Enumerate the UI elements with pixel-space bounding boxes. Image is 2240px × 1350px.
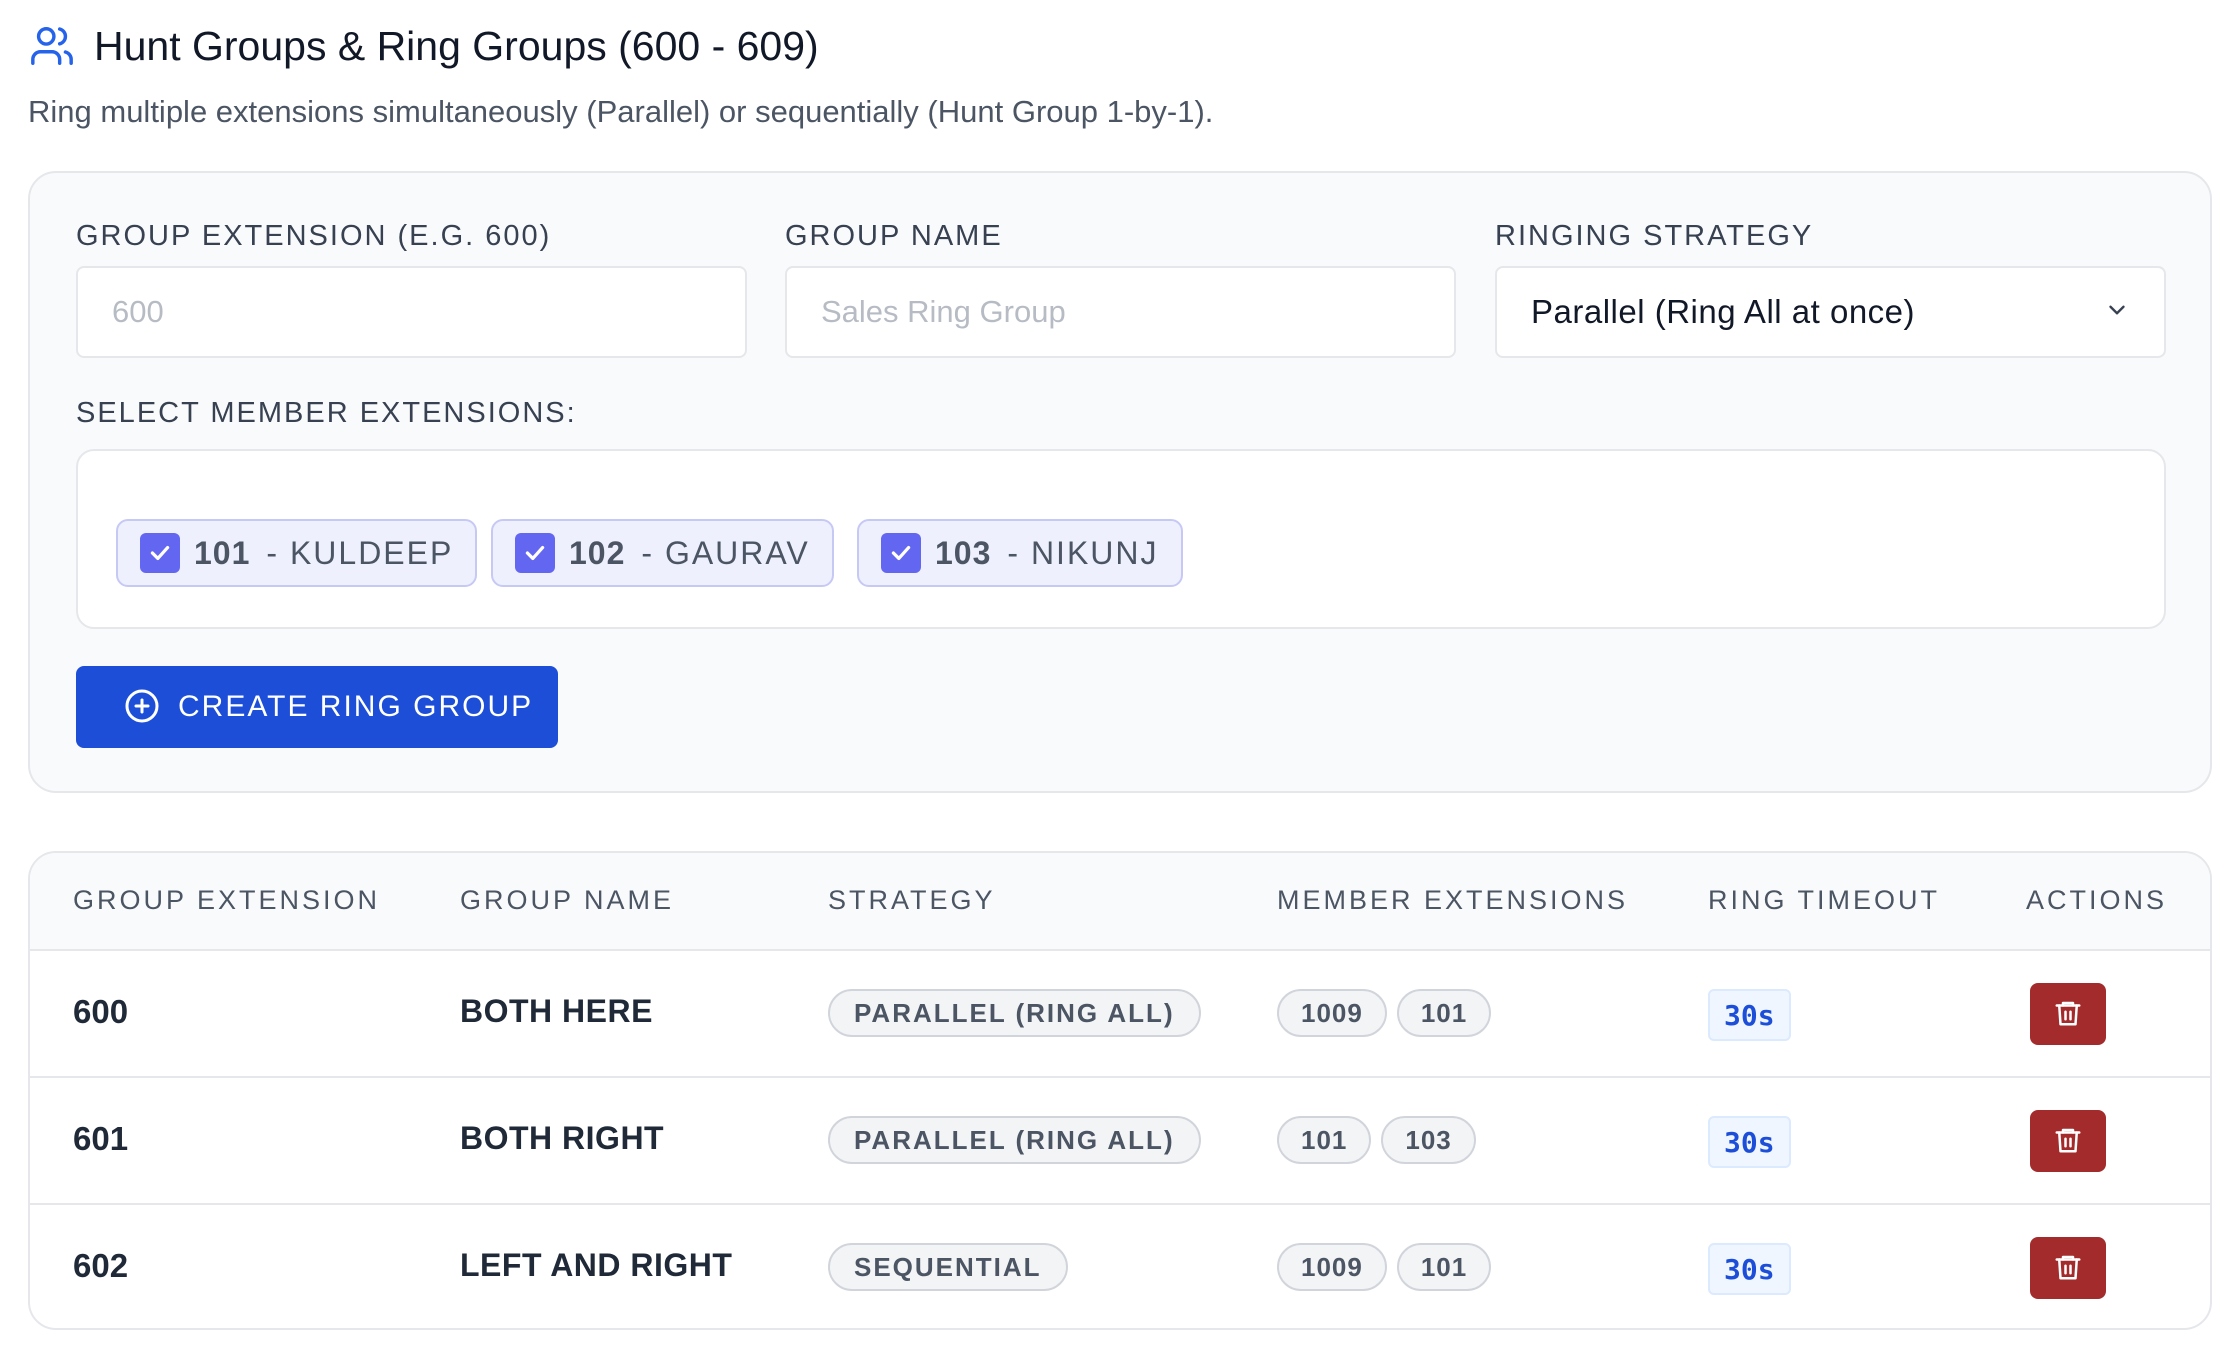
extension-input[interactable] [76,266,747,358]
users-icon [28,22,76,70]
strategy-label: RINGING STRATEGY [1495,220,1814,252]
create-button-label: CREATE RING GROUP [178,690,534,723]
checkbox-checked-icon[interactable] [140,533,180,573]
group-name-label: GROUP NAME [785,220,1003,252]
member-chip-103[interactable]: 103 - NIKUNJ [857,519,1183,587]
strategy-selected-value: Parallel (Ring All at once) [1531,293,1916,330]
row-extension: 601 [73,1120,129,1157]
member-badge: 101 [1277,1116,1372,1164]
strategy-badge: PARALLEL (RING ALL) [828,989,1201,1037]
column-header-strategy: STRATEGY [828,885,996,915]
member-badges: 1009 101 [1277,1243,1501,1291]
row-group-name: LEFT AND RIGHT [460,1247,733,1283]
strategy-badge: SEQUENTIAL [828,1243,1068,1291]
ring-timeout-badge: 30s [1708,989,1791,1041]
member-badges: 1009 101 [1277,989,1501,1037]
column-header-extension: GROUP EXTENSION [73,885,381,915]
row-group-name: BOTH RIGHT [460,1120,665,1156]
delete-button[interactable] [2030,1110,2106,1172]
member-badge: 103 [1381,1116,1476,1164]
page-subtitle: Ring multiple extensions simultaneously … [28,94,1214,129]
page-title: Hunt Groups & Ring Groups (600 - 609) [94,22,819,69]
trash-icon [2053,998,2083,1031]
member-badges: 101 103 [1277,1116,1486,1164]
create-group-form: GROUP EXTENSION (E.G. 600) GROUP NAME RI… [28,171,2212,793]
chevron-down-icon [2104,297,2130,328]
members-label: SELECT MEMBER EXTENSIONS: [76,397,577,429]
table-header: GROUP EXTENSION GROUP NAME STRATEGY MEMB… [30,853,2210,951]
delete-button[interactable] [2030,1237,2106,1299]
create-ring-group-button[interactable]: CREATE RING GROUP [76,666,558,748]
member-name: - NIKUNJ [1007,534,1159,571]
member-ext: 102 [569,534,626,571]
member-name: - GAURAV [641,534,810,571]
ring-groups-table: GROUP EXTENSION GROUP NAME STRATEGY MEMB… [28,851,2212,1330]
checkbox-checked-icon[interactable] [515,533,555,573]
member-ext: 101 [194,534,251,571]
member-name: - KULDEEP [266,534,454,571]
delete-button[interactable] [2030,983,2106,1045]
table-row: 600 BOTH HERE PARALLEL (RING ALL) 1009 1… [30,951,2210,1078]
table-row: 602 LEFT AND RIGHT SEQUENTIAL 1009 101 3… [30,1205,2210,1328]
member-chip-101[interactable]: 101 - KULDEEP [116,519,478,587]
member-badge: 1009 [1277,1243,1387,1291]
ring-timeout-badge: 30s [1708,1243,1791,1295]
extension-label: GROUP EXTENSION (E.G. 600) [76,220,552,252]
checkbox-checked-icon[interactable] [881,533,921,573]
plus-circle-icon [124,688,160,727]
trash-icon [2053,1125,2083,1158]
ring-timeout-badge: 30s [1708,1116,1791,1168]
member-badge: 1009 [1277,989,1387,1037]
column-header-name: GROUP NAME [460,885,675,915]
page-header: Hunt Groups & Ring Groups (600 - 609) [28,22,819,70]
member-extensions-box: 101 - KULDEEP 102 - GAURAV 103 - NIKUNJ [76,449,2166,629]
strategy-badge: PARALLEL (RING ALL) [828,1116,1201,1164]
column-header-actions: ACTIONS [2026,885,2168,915]
row-extension: 600 [73,993,129,1030]
member-ext: 103 [935,534,992,571]
column-header-members: MEMBER EXTENSIONS [1277,885,1629,915]
member-badge: 101 [1396,1243,1492,1291]
group-name-input[interactable] [785,266,1456,358]
member-badge: 101 [1396,989,1492,1037]
table-row: 601 BOTH RIGHT PARALLEL (RING ALL) 101 1… [30,1078,2210,1205]
member-chip-102[interactable]: 102 - GAURAV [491,519,834,587]
column-header-timeout: RING TIMEOUT [1708,885,1941,915]
row-extension: 602 [73,1247,129,1284]
strategy-select[interactable]: Parallel (Ring All at once) [1495,266,2166,358]
trash-icon [2053,1252,2083,1285]
row-group-name: BOTH HERE [460,993,653,1029]
